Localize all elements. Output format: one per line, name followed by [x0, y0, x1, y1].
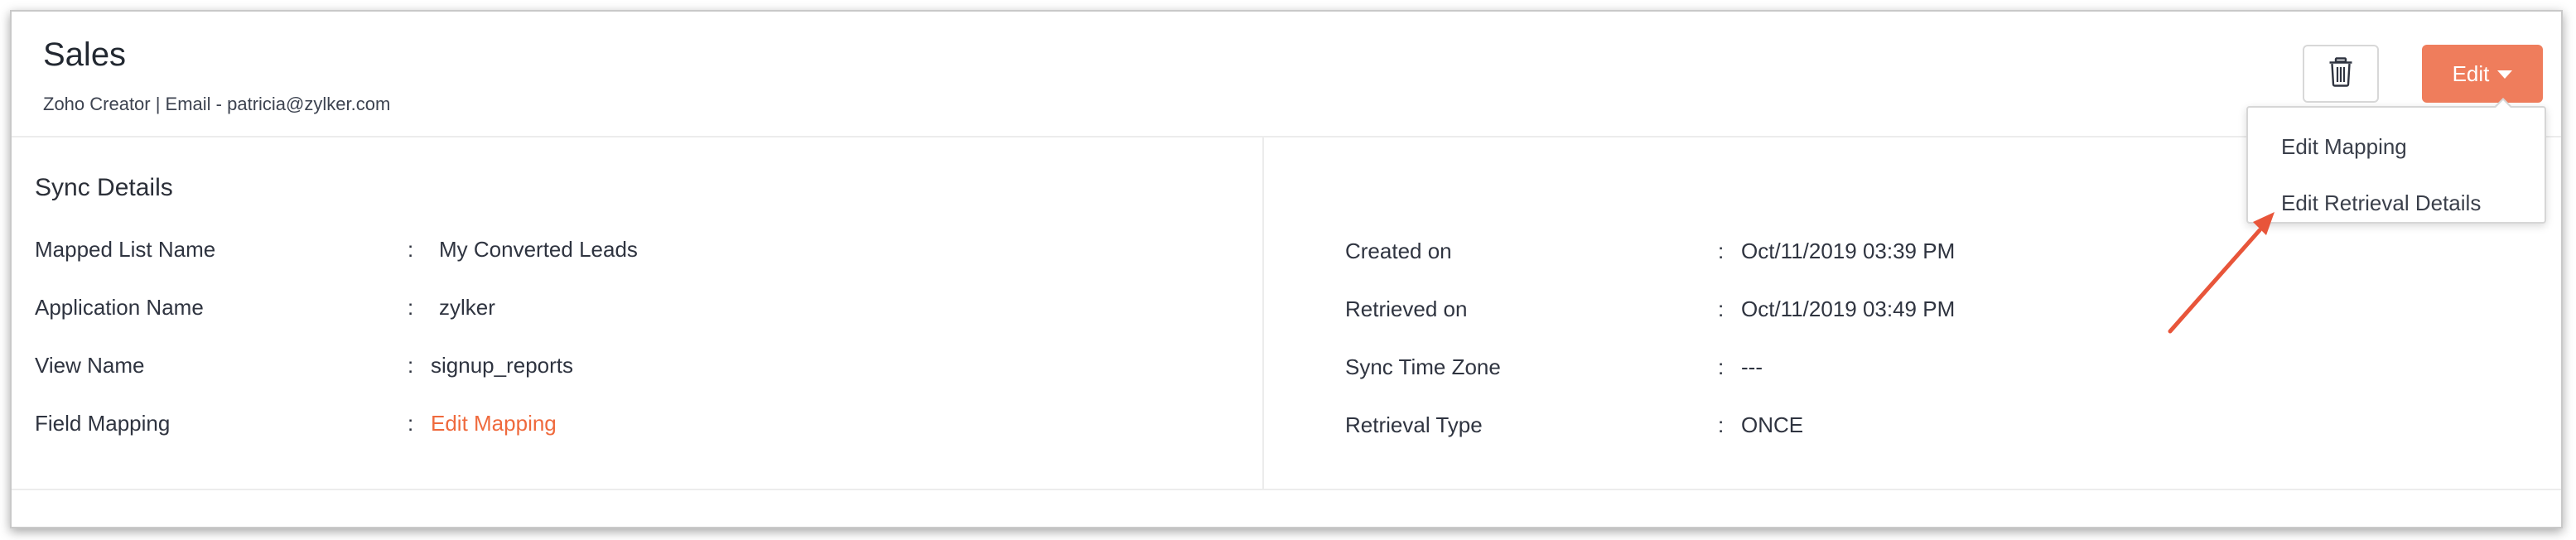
footer-divider — [12, 489, 2561, 490]
menu-item-edit-retrieval-details[interactable]: Edit Retrieval Details — [2281, 190, 2481, 216]
column-divider — [1262, 137, 1264, 489]
page-header: Sales Zoho Creator | Email - patricia@zy… — [12, 12, 2561, 137]
delete-button[interactable] — [2303, 45, 2379, 103]
field-label: Mapped List Name — [35, 237, 216, 262]
field-separator: : — [408, 411, 414, 436]
field-value-application-name: zylker — [439, 295, 495, 320]
field-separator: : — [408, 237, 414, 262]
field-value-retrieved-on: Oct/11/2019 03:49 PM — [1741, 297, 1956, 321]
field-label: Sync Time Zone — [1345, 354, 1501, 379]
edit-button-label: Edit — [2452, 60, 2490, 86]
menu-item-edit-mapping[interactable]: Edit Mapping — [2281, 134, 2407, 160]
field-value-mapped-list-name: My Converted Leads — [439, 237, 638, 262]
field-separator: : — [1718, 354, 1725, 379]
field-value-created-on: Oct/11/2019 03:39 PM — [1741, 239, 1956, 263]
page-subtitle: Zoho Creator | Email - patricia@zylker.c… — [43, 94, 391, 114]
field-label: View Name — [35, 353, 145, 378]
section-title-sync-details: Sync Details — [35, 174, 173, 201]
page-title: Sales — [43, 36, 127, 73]
field-value-retrieval-type: ONCE — [1741, 412, 1804, 437]
edit-button[interactable]: Edit — [2422, 45, 2543, 103]
caret-down-icon — [2497, 70, 2513, 79]
field-separator: : — [408, 353, 414, 378]
field-label: Retrieval Type — [1345, 412, 1483, 437]
field-separator: : — [408, 295, 414, 320]
field-label: Retrieved on — [1345, 297, 1468, 321]
field-label: Created on — [1345, 239, 1452, 263]
sales-detail-panel: Sales Zoho Creator | Email - patricia@zy… — [10, 10, 2563, 528]
edit-mapping-link[interactable]: Edit Mapping — [431, 411, 557, 436]
field-label: Field Mapping — [35, 411, 171, 436]
field-separator: : — [1718, 412, 1725, 437]
field-label: Application Name — [35, 295, 204, 320]
field-value-sync-time-zone: --- — [1741, 354, 1763, 379]
edit-dropdown-menu: Edit Mapping Edit Retrieval Details — [2246, 98, 2546, 224]
field-separator: : — [1718, 239, 1725, 263]
field-separator: : — [1718, 297, 1725, 321]
trash-icon — [2328, 56, 2353, 91]
field-value-view-name: signup_reports — [431, 353, 573, 378]
